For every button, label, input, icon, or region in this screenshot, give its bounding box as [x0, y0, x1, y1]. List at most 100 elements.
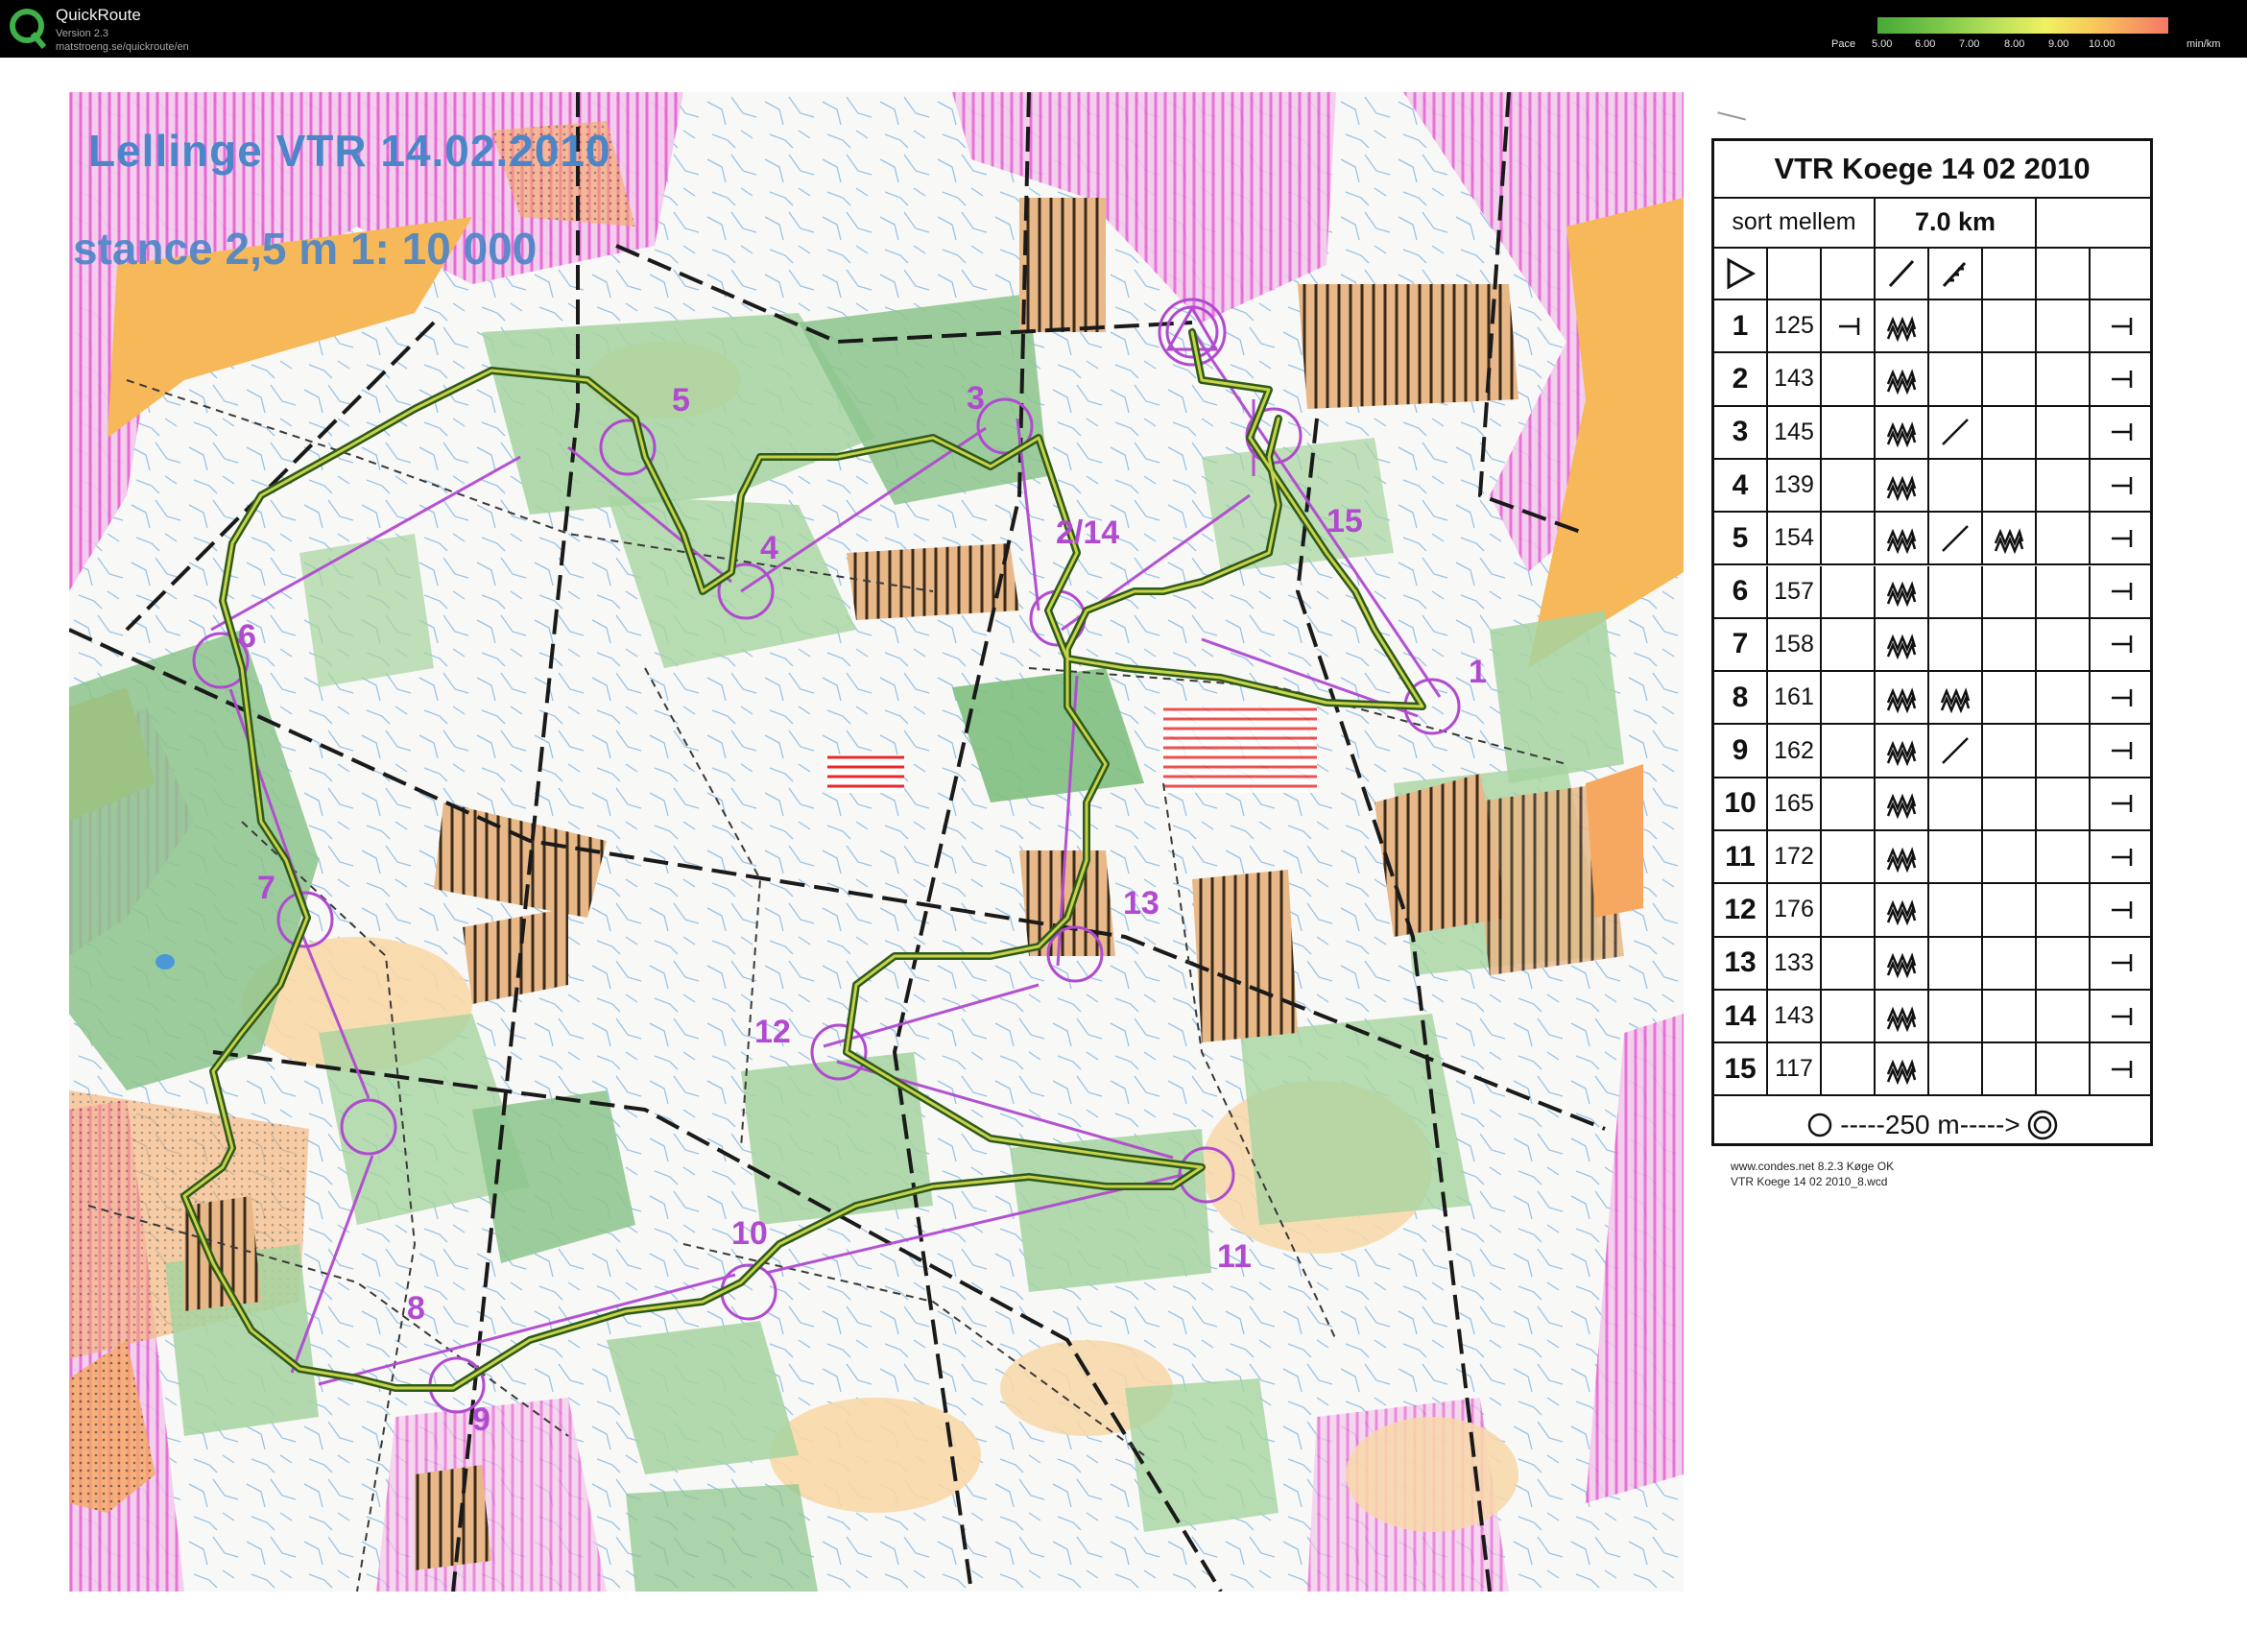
thicket-symbol-icon [1886, 315, 1917, 342]
thicket-symbol-icon [1886, 846, 1917, 873]
control-code: 145 [1768, 406, 1822, 458]
thicket-symbol-icon [1886, 581, 1917, 608]
control-sequence: 15 [1714, 1043, 1768, 1095]
orienteering-map[interactable]: 1 2/14 3 4 5 6 7 8 9 10 11 12 13 15 [69, 92, 1684, 1592]
control-sequence: 13 [1714, 937, 1768, 989]
thicket-symbol-icon [1886, 793, 1917, 820]
thicket-symbol-icon [1886, 474, 1917, 501]
control-code: 143 [1768, 990, 1822, 1042]
control-sequence: 6 [1714, 565, 1768, 617]
thicket-symbol-icon [1886, 369, 1917, 395]
thicket-symbol-icon [1940, 687, 1971, 713]
pace-tick: 8.00 [2004, 38, 2025, 50]
side-position-icon [2112, 476, 2133, 494]
control-number: 7 [257, 870, 275, 906]
finish-start-circle-icon [1808, 1113, 1832, 1137]
control-sequence: 5 [1714, 513, 1768, 564]
control-row: 12 176 [1714, 884, 2150, 938]
control-code: 125 [1768, 300, 1822, 352]
control-description-sheet: VTR Koege 14 02 2010 sort mellem 7.0 km … [1711, 138, 2153, 1146]
side-position-icon [2112, 529, 2133, 547]
control-number: 1 [1469, 654, 1487, 690]
course-info-row: sort mellem 7.0 km [1714, 197, 2150, 249]
thicket-symbol-icon [1886, 528, 1917, 555]
control-sequence: 8 [1714, 672, 1768, 724]
control-row: 4 139 [1714, 459, 2150, 514]
control-sequence: 2 [1714, 353, 1768, 405]
map-title: Lellinge VTR 14.02.2010 [88, 126, 611, 176]
control-sequence: 7 [1714, 618, 1768, 671]
control-row: 10 165 [1714, 778, 2150, 831]
control-number: 3 [967, 380, 985, 417]
side-position-icon [2112, 583, 2133, 601]
control-number: 12 [754, 1014, 791, 1050]
thicket-symbol-icon [1886, 1005, 1917, 1032]
pace-tick: 6.00 [1915, 38, 1936, 50]
pace-tick: 10.00 [2089, 38, 2116, 50]
start-row [1714, 249, 2150, 300]
control-row: 7 158 [1714, 618, 2150, 673]
control-row: 9 162 [1714, 725, 2150, 778]
side-position-icon [2112, 688, 2133, 706]
sheet-footer: www.condes.net 8.2.3 Køge OK VTR Koege 1… [1731, 1159, 1894, 1189]
control-code: 165 [1768, 778, 1822, 829]
map-scale-text: stance 2,5 m 1: 10 000 [73, 224, 538, 274]
control-sequence: 14 [1714, 990, 1768, 1042]
start-triangle-icon [1727, 257, 1757, 290]
side-position-icon [2112, 370, 2133, 388]
course-class: sort mellem [1714, 197, 1876, 247]
side-position-icon [1839, 317, 1860, 335]
control-number: 8 [407, 1290, 425, 1327]
pace-tick: 9.00 [2048, 38, 2069, 50]
control-row: 6 157 [1714, 565, 2150, 619]
footer-filename: VTR Koege 14 02 2010_8.wcd [1731, 1175, 1888, 1188]
side-position-icon [2112, 317, 2133, 335]
control-sequence: 3 [1714, 406, 1768, 458]
thicket-symbol-icon [1994, 528, 2024, 555]
app-title-bar: QuickRoute Version 2.3 matstroeng.se/qui… [0, 0, 2247, 58]
control-code: 158 [1768, 618, 1822, 671]
control-row: 2 143 [1714, 353, 2150, 407]
side-position-icon [2112, 742, 2133, 760]
finish-double-circle-icon [2027, 1110, 2057, 1140]
side-position-icon [2112, 635, 2133, 654]
thicket-symbol-icon [1886, 634, 1917, 660]
pace-tick: 7.00 [1959, 38, 1980, 50]
control-sequence: 1 [1714, 300, 1768, 352]
control-row: 15 117 [1714, 1043, 2150, 1097]
map-graphics [69, 92, 1684, 1592]
app-name: QuickRoute [56, 6, 141, 24]
staple-mark [1717, 104, 1748, 121]
app-url: matstroeng.se/quickroute/en [56, 41, 189, 53]
side-position-icon [2112, 423, 2133, 442]
control-sequence: 11 [1714, 831, 1768, 883]
course-title: VTR Koege 14 02 2010 [1714, 141, 2150, 199]
app-version: Version 2.3 [56, 28, 109, 39]
thicket-symbol-icon [1886, 687, 1917, 713]
pace-color-scale [1877, 17, 2168, 34]
side-position-icon [2112, 900, 2133, 919]
control-code: 117 [1768, 1043, 1822, 1095]
control-code: 139 [1768, 459, 1822, 512]
thicket-symbol-icon [1886, 1059, 1917, 1086]
control-number: 10 [731, 1215, 768, 1252]
control-code: 176 [1768, 884, 1822, 936]
control-row: 14 143 [1714, 990, 2150, 1044]
control-row: 3 145 [1714, 406, 2150, 460]
control-row: 1 125 [1714, 300, 2150, 354]
control-code: 143 [1768, 353, 1822, 405]
control-code: 161 [1768, 672, 1822, 724]
path-symbol-icon [1942, 419, 1969, 446]
pace-unit: min/km [2187, 38, 2221, 50]
side-position-icon [2112, 1007, 2133, 1025]
control-code: 172 [1768, 831, 1822, 883]
finish-distance: -----250 m-----> [1840, 1110, 2020, 1139]
control-number: 5 [672, 382, 690, 419]
control-sequence: 9 [1714, 725, 1768, 777]
pace-label: Pace [1831, 38, 1856, 50]
control-code: 162 [1768, 725, 1822, 777]
thicket-symbol-icon [1886, 421, 1917, 448]
control-number: 15 [1327, 503, 1363, 539]
control-sequence: 12 [1714, 884, 1768, 936]
side-position-icon [2112, 848, 2133, 866]
